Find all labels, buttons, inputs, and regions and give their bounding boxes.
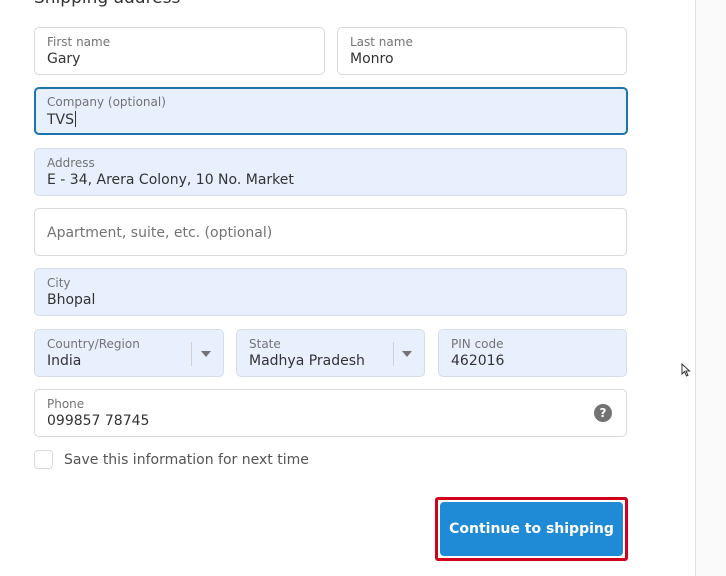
city-field[interactable]: City Bhopal xyxy=(34,268,627,316)
pin-code-field[interactable]: PIN code 462016 xyxy=(438,329,627,377)
apartment-field[interactable]: Apartment, suite, etc. (optional) xyxy=(34,208,627,256)
state-value: Madhya Pradesh xyxy=(249,353,365,369)
mouse-pointer-icon xyxy=(681,363,691,377)
address-value: E - 34, Arera Colony, 10 No. Market xyxy=(47,172,294,188)
phone-label: Phone xyxy=(47,397,85,411)
select-divider xyxy=(191,342,192,366)
phone-field[interactable]: Phone 099857 78745 ? xyxy=(34,389,627,437)
state-label: State xyxy=(249,337,281,351)
first-name-label: First name xyxy=(47,35,111,49)
save-info-label[interactable]: Save this information for next time xyxy=(64,452,309,468)
continue-to-shipping-button[interactable]: Continue to shipping xyxy=(440,502,623,556)
text-caret xyxy=(75,111,77,127)
select-divider xyxy=(393,342,394,366)
checkout-page: Shipping address First name Gary Last na… xyxy=(0,0,726,576)
save-info-checkbox[interactable] xyxy=(34,450,53,469)
chevron-down-icon xyxy=(402,351,412,357)
first-name-field[interactable]: First name Gary xyxy=(34,27,325,75)
country-select[interactable]: Country/Region India xyxy=(34,329,224,377)
city-label: City xyxy=(47,276,71,290)
question-circle-icon[interactable]: ? xyxy=(594,404,612,422)
country-label: Country/Region xyxy=(47,337,140,351)
company-label: Company (optional) xyxy=(47,95,166,109)
address-label: Address xyxy=(47,156,95,170)
pin-code-label: PIN code xyxy=(451,337,504,351)
first-name-value: Gary xyxy=(47,51,81,67)
last-name-value: Monro xyxy=(350,51,394,67)
last-name-field[interactable]: Last name Monro xyxy=(337,27,627,75)
country-value: India xyxy=(47,353,82,369)
section-title: Shipping address xyxy=(34,0,180,8)
state-select[interactable]: State Madhya Pradesh xyxy=(236,329,425,377)
chevron-down-icon xyxy=(201,351,211,357)
address-field[interactable]: Address E - 34, Arera Colony, 10 No. Mar… xyxy=(34,148,627,196)
city-value: Bhopal xyxy=(47,292,96,308)
company-value-wrap: TVS xyxy=(47,111,77,128)
company-field[interactable]: Company (optional) TVS xyxy=(34,87,628,135)
company-value: TVS xyxy=(47,112,75,128)
highlight-box: Continue to shipping xyxy=(435,497,628,561)
phone-value: 099857 78745 xyxy=(47,413,150,429)
apartment-placeholder: Apartment, suite, etc. (optional) xyxy=(47,225,273,241)
order-summary-panel xyxy=(695,0,726,576)
pin-code-value: 462016 xyxy=(451,353,505,369)
last-name-label: Last name xyxy=(350,35,413,49)
